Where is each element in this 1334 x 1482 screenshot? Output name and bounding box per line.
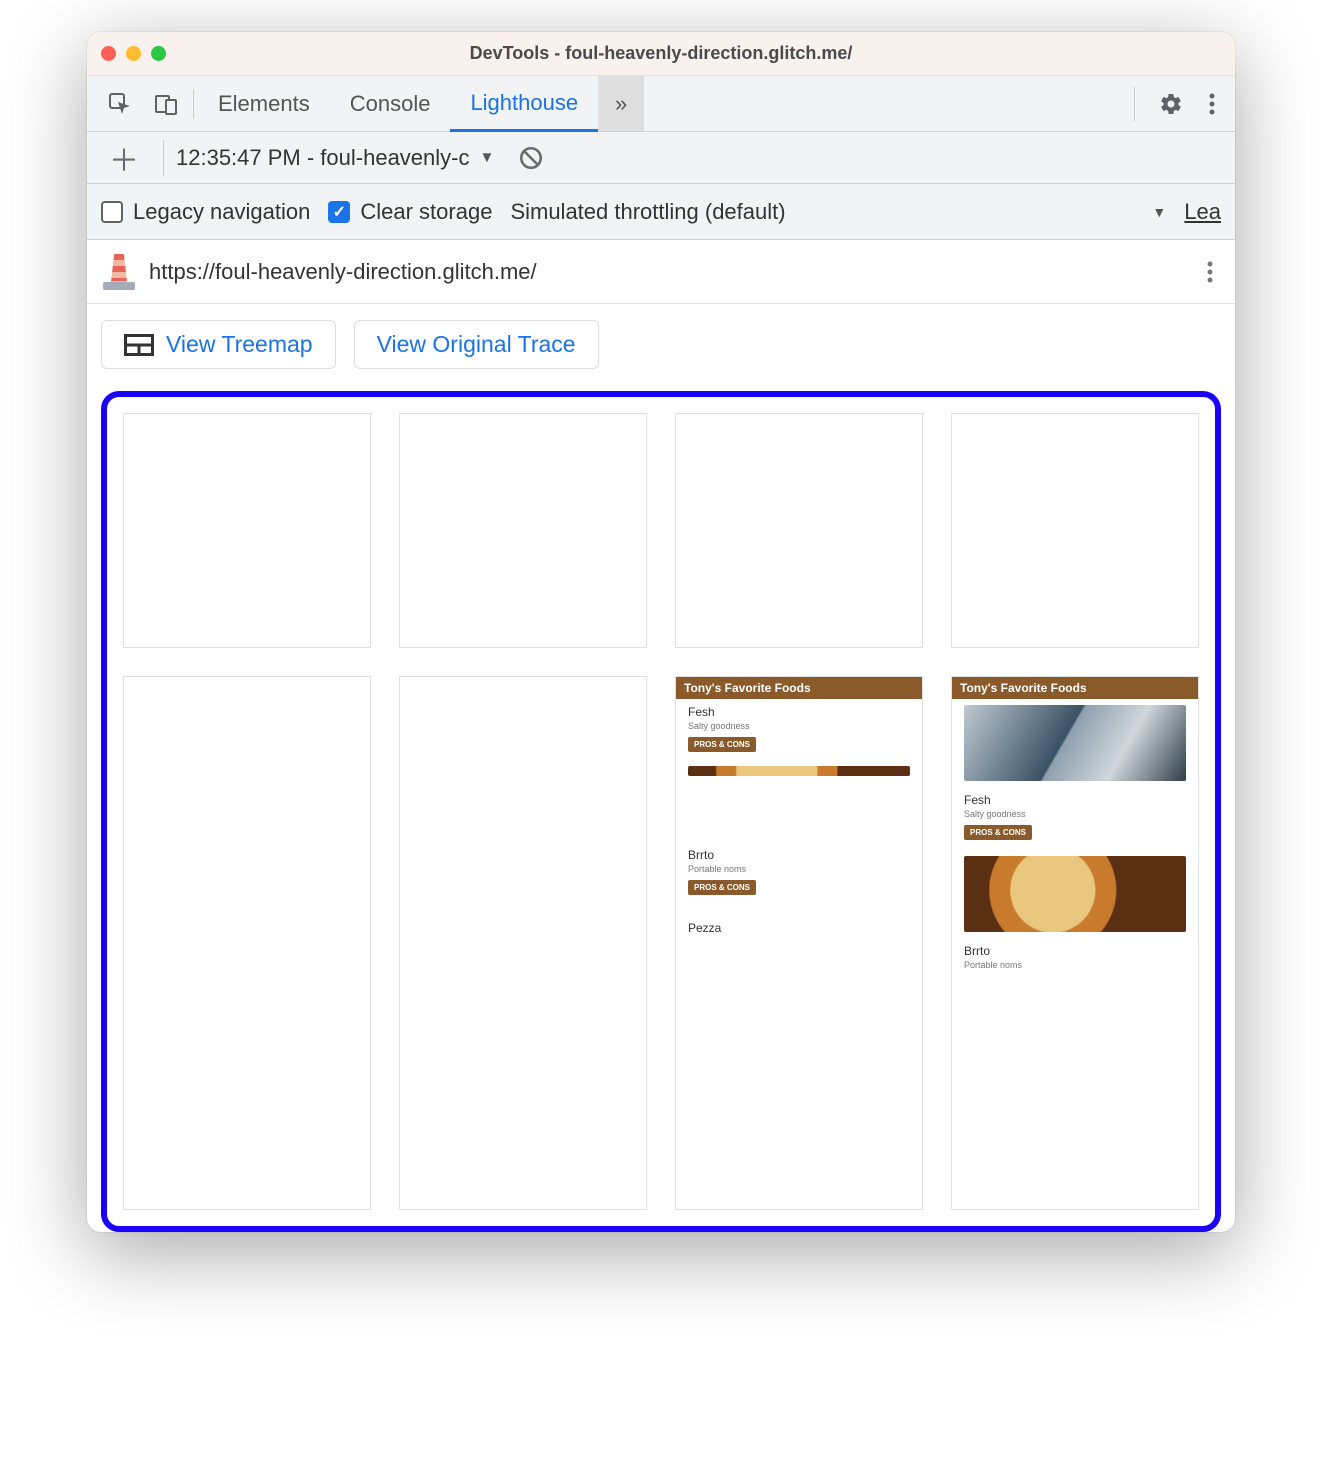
device-toolbar-icon[interactable] [143,86,189,122]
more-tabs-button[interactable]: » [598,76,644,131]
thumbnail-header: Tony's Favorite Foods [952,677,1198,699]
filmstrip-highlight: Tony's Favorite Foods Fesh Salty goodnes… [101,391,1221,1232]
pros-cons-button: PROS & CONS [964,825,1032,840]
chevron-down-icon: ▼ [480,149,495,166]
devtools-window: DevTools - foul-heavenly-direction.glitc… [87,32,1235,1232]
food-subtitle: Portable noms [964,960,1186,970]
food-image [964,705,1186,781]
view-treemap-label: View Treemap [166,331,313,358]
clear-storage-label: Clear storage [360,199,492,225]
lighthouse-options-bar: Legacy navigation ✓ Clear storage Simula… [87,184,1235,240]
lighthouse-topbar: ＋ 12:35:47 PM - foul-heavenly-c ▼ [87,132,1235,184]
learn-link[interactable]: Lea [1184,199,1221,225]
clear-all-icon[interactable] [518,145,544,171]
audited-url-row: https://foul-heavenly-direction.glitch.m… [87,240,1235,304]
tab-console[interactable]: Console [330,76,451,131]
food-name: Pezza [688,921,910,935]
food-image-placeholder [688,766,910,776]
filmstrip-frame[interactable] [123,676,371,1210]
clear-storage-checkbox[interactable]: ✓ Clear storage [328,199,492,225]
chevron-down-icon[interactable]: ▼ [1152,204,1166,220]
filmstrip-frame[interactable] [399,413,647,648]
report-dropdown[interactable]: 12:35:47 PM - foul-heavenly-c ▼ [176,145,494,171]
filmstrip-frame[interactable]: Tony's Favorite Foods Fesh Salty goodnes… [675,676,923,1210]
food-image [964,856,1186,932]
new-report-button[interactable]: ＋ [97,136,151,180]
lighthouse-icon [103,254,135,290]
maximize-window-button[interactable] [151,46,166,61]
legacy-navigation-checkbox[interactable]: Legacy navigation [101,199,310,225]
minimize-window-button[interactable] [126,46,141,61]
titlebar: DevTools - foul-heavenly-direction.glitc… [87,32,1235,76]
settings-gear-icon[interactable] [1149,86,1193,122]
report-dropdown-label: 12:35:47 PM - foul-heavenly-c [176,145,470,171]
audited-url: https://foul-heavenly-direction.glitch.m… [149,259,537,285]
checkbox-unchecked-icon [101,201,123,223]
divider [1134,87,1135,121]
more-options-kebab-icon[interactable] [1199,86,1225,122]
food-name: Brrto [688,848,910,862]
legacy-navigation-label: Legacy navigation [133,199,310,225]
divider [193,89,194,119]
view-original-trace-button[interactable]: View Original Trace [354,320,599,369]
food-name: Brrto [964,944,1186,958]
tab-lighthouse[interactable]: Lighthouse [450,76,598,132]
filmstrip-grid: Tony's Favorite Foods Fesh Salty goodnes… [123,413,1199,1210]
close-window-button[interactable] [101,46,116,61]
devtools-tab-toolbar: Elements Console Lighthouse » [87,76,1235,132]
traffic-lights [101,46,166,61]
pros-cons-button: PROS & CONS [688,880,756,895]
window-title: DevTools - foul-heavenly-direction.glitc… [87,43,1235,64]
filmstrip-frame[interactable] [399,676,647,1210]
food-name: Fesh [688,705,910,719]
filmstrip-frame[interactable] [675,413,923,648]
food-subtitle: Salty goodness [688,721,910,731]
view-original-trace-label: View Original Trace [377,331,576,358]
view-treemap-button[interactable]: View Treemap [101,320,336,369]
treemap-icon [124,334,154,356]
tab-elements[interactable]: Elements [198,76,330,131]
report-options-kebab-icon[interactable] [1201,260,1219,284]
inspect-element-icon[interactable] [97,86,143,122]
filmstrip-frame[interactable] [123,413,371,648]
food-name: Fesh [964,793,1186,807]
filmstrip-frame[interactable]: Tony's Favorite Foods Fesh Salty goodnes… [951,676,1199,1210]
panel-tabs: Elements Console Lighthouse » [198,76,644,131]
checkbox-checked-icon: ✓ [328,201,350,223]
pros-cons-button: PROS & CONS [688,737,756,752]
throttling-label: Simulated throttling (default) [510,199,785,225]
report-actions-row: View Treemap View Original Trace [87,304,1235,369]
thumbnail-header: Tony's Favorite Foods [676,677,922,699]
food-subtitle: Portable noms [688,864,910,874]
divider [163,140,164,176]
filmstrip-frame[interactable] [951,413,1199,648]
food-subtitle: Salty goodness [964,809,1186,819]
